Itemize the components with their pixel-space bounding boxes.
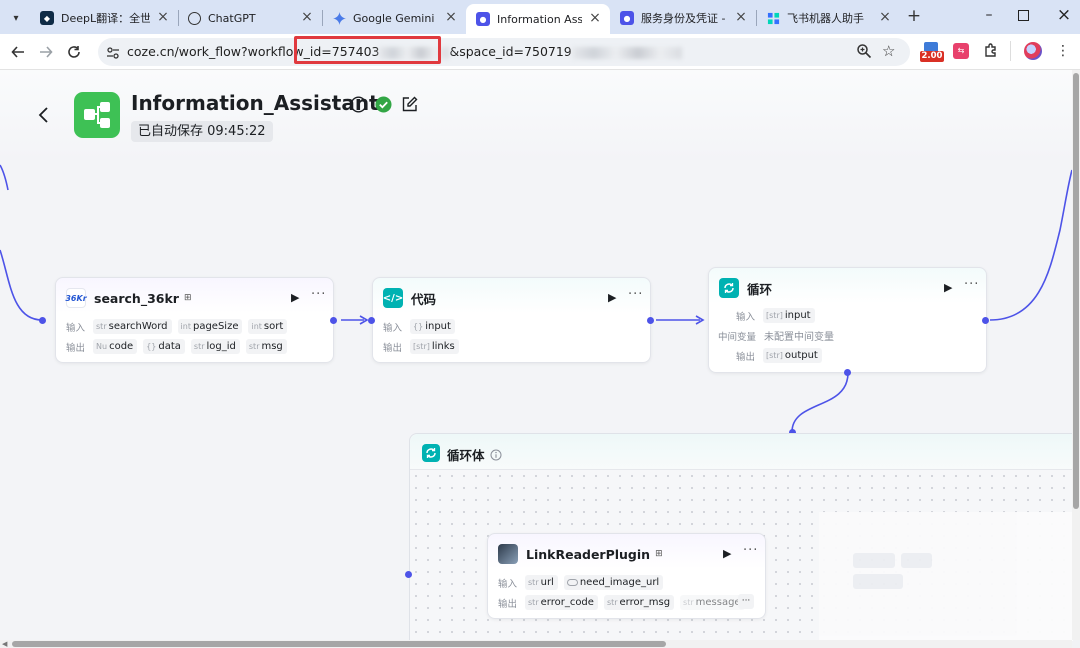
node-loop[interactable]: 循环 ▶ ··· 输入 [str] input 中间变量 未配置中间变量 输出 [… bbox=[708, 267, 987, 373]
param-tag: {} input bbox=[410, 319, 455, 334]
browser-window: ▾ ◆ DeepL翻译：全世界 × ChatGPT × Google Gemin… bbox=[0, 0, 1080, 648]
param-tag: str log_id bbox=[190, 339, 240, 354]
output-port[interactable] bbox=[982, 317, 989, 324]
param-tag: Nu code bbox=[93, 339, 138, 354]
run-node-play-icon[interactable]: ▶ bbox=[944, 281, 956, 294]
param-tag: [str] input bbox=[763, 308, 815, 323]
run-node-play-icon[interactable]: ▶ bbox=[291, 291, 303, 304]
info-icon[interactable] bbox=[490, 446, 502, 461]
loop-icon bbox=[422, 444, 440, 462]
loop-body-header bbox=[410, 434, 1073, 470]
param-tag: str message bbox=[680, 595, 745, 610]
node-more-icon[interactable]: ··· bbox=[743, 543, 758, 558]
scrollbar-thumb[interactable] bbox=[1073, 73, 1079, 509]
loop-body-port[interactable] bbox=[844, 369, 851, 376]
node-more-icon[interactable]: ··· bbox=[628, 287, 643, 302]
param-tag: str msg bbox=[245, 339, 287, 354]
placeholder-panel bbox=[819, 512, 1073, 641]
36kr-logo-icon: 36Kr bbox=[65, 288, 87, 308]
node-header: 36Kr search_36kr ⊞ bbox=[65, 288, 192, 308]
param-tag: str error_code bbox=[525, 595, 598, 610]
node-inputs-row: 输入 [str] input bbox=[736, 308, 821, 323]
run-node-play-icon[interactable]: ▶ bbox=[608, 291, 620, 304]
input-port[interactable] bbox=[368, 317, 375, 324]
node-outputs-row: 输出 [str] links bbox=[383, 339, 465, 354]
param-tag: str searchWord bbox=[93, 319, 172, 334]
param-tag: int pageSize bbox=[177, 319, 243, 334]
node-inputs-row: 输入 {} input bbox=[383, 319, 461, 334]
node-outputs-row: 输出 str error_code str error_msg str message bbox=[498, 595, 760, 610]
code-brackets-icon: </> bbox=[383, 288, 403, 308]
param-tag: [str] output bbox=[763, 348, 822, 363]
node-variables-row: 中间变量 未配置中间变量 bbox=[718, 331, 835, 344]
node-inputs-row: 输入 strurl boolneed_image_url bbox=[498, 575, 669, 590]
node-code[interactable]: </> 代码 ▶ ··· 输入 {} input 输出 [str] links bbox=[372, 277, 651, 363]
node-inputs-row: 输入 str searchWord int pageSize int sort bbox=[66, 319, 293, 334]
param-tag: str error_msg bbox=[603, 595, 675, 610]
toggle-type-icon bbox=[566, 579, 578, 586]
param-tag: boolneed_image_url bbox=[563, 575, 664, 590]
vertical-scrollbar[interactable] bbox=[1072, 70, 1080, 640]
output-port[interactable] bbox=[330, 317, 337, 324]
node-header: 循环 bbox=[719, 278, 772, 298]
scroll-left-icon[interactable]: ◀ bbox=[2, 641, 10, 648]
node-linkreader-plugin[interactable]: LinkReaderPlugin ⊞ ▶ ··· 输入 strurl booln… bbox=[487, 533, 766, 619]
input-port[interactable] bbox=[39, 317, 46, 324]
node-more-icon[interactable]: ··· bbox=[311, 287, 326, 302]
horizontal-scrollbar[interactable]: ◀ bbox=[0, 640, 1072, 648]
scrollbar-thumb[interactable] bbox=[12, 641, 666, 647]
param-tag: str url bbox=[525, 575, 558, 590]
input-port[interactable] bbox=[405, 571, 412, 578]
param-tag: [str] links bbox=[410, 339, 459, 354]
node-outputs-row: 输出 Nu code {} data str log_id str msg bbox=[66, 339, 293, 354]
node-outputs-row: 输出 [str] output bbox=[736, 348, 828, 363]
loop-icon bbox=[719, 278, 739, 298]
param-tag: int sort bbox=[248, 319, 288, 334]
linkreader-logo-icon bbox=[498, 544, 518, 564]
param-tag: {} data bbox=[143, 339, 185, 354]
node-header: </> 代码 bbox=[383, 288, 436, 308]
plugin-badge-icon: ⊞ bbox=[655, 549, 663, 559]
node-search-36kr[interactable]: 36Kr search_36kr ⊞ ▶ ··· 输入 str searchWor… bbox=[55, 277, 334, 363]
plugin-badge-icon: ⊞ bbox=[183, 293, 192, 303]
run-node-play-icon[interactable]: ▶ bbox=[723, 547, 735, 560]
node-header: LinkReaderPlugin ⊞ bbox=[498, 544, 663, 564]
node-more-icon[interactable]: ··· bbox=[964, 277, 979, 292]
more-outputs-button[interactable]: ··· bbox=[738, 594, 754, 609]
output-port[interactable] bbox=[647, 317, 654, 324]
